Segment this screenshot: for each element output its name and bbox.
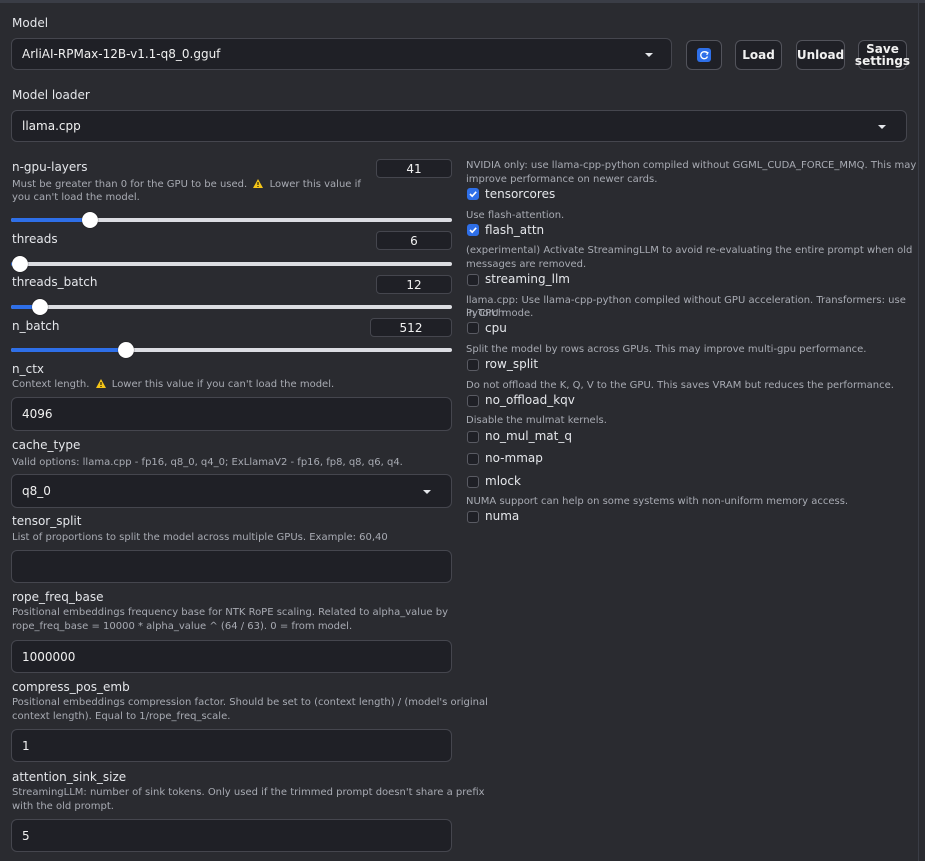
slider-thumb[interactable] — [11, 256, 28, 272]
n-ctx-input[interactable]: 4096 — [11, 397, 452, 431]
warning-icon — [95, 379, 106, 388]
cpu-label[interactable]: cpu — [485, 321, 507, 335]
no-offload-kqv-checkbox[interactable] — [467, 395, 479, 407]
right-column-edge — [918, 3, 925, 861]
n-ctx-hint-part1: Context length. — [12, 379, 90, 390]
tensor-split-hint: List of proportions to split the model a… — [12, 532, 388, 543]
cpu-hint-line1: llama.cpp: Use llama-cpp-python compiled… — [466, 295, 906, 319]
row-split-hint: Split the model by rows across GPUs. Thi… — [466, 344, 867, 355]
threads-input[interactable]: 6 — [376, 231, 452, 250]
refresh-button[interactable] — [686, 40, 722, 70]
no-offload-kqv-hint: Do not offload the K, Q, V to the GPU. T… — [466, 380, 894, 391]
streaming-llm-checkbox[interactable] — [467, 274, 479, 286]
slider-thumb[interactable] — [31, 299, 48, 315]
model-loader-dropdown[interactable]: llama.cpp — [11, 110, 907, 142]
model-loader-label: Model loader — [12, 88, 90, 102]
numa-hint: NUMA support can help on some systems wi… — [466, 496, 849, 507]
rope-freq-base-label: rope_freq_base — [12, 590, 104, 604]
cache-type-hint: Valid options: llama.cpp - fp16, q8_0, q… — [12, 457, 403, 468]
rope-freq-base-hint-line1: Positional embeddings frequency base for… — [12, 607, 449, 618]
model-selected-value: ArliAI-RPMax-12B-v1.1-q8_0.gguf — [22, 47, 221, 61]
load-button[interactable]: Load — [735, 40, 782, 70]
no-mmap-checkbox[interactable] — [467, 453, 479, 465]
flash-attn-hint: Use flash-attention. — [466, 210, 565, 221]
attention-sink-size-hint-line2: with the old prompt. — [12, 801, 114, 812]
chevron-down-icon — [878, 125, 886, 129]
mlock-checkbox[interactable] — [467, 476, 479, 488]
unload-button[interactable]: Unload — [796, 40, 845, 70]
model-dropdown[interactable]: ArliAI-RPMax-12B-v1.1-q8_0.gguf — [11, 38, 672, 70]
cpu-checkbox[interactable] — [467, 322, 479, 334]
no-mul-mat-q-hint: Disable the mulmat kernels. — [466, 415, 607, 426]
model-label: Model — [12, 16, 49, 30]
flash-attn-checkbox[interactable] — [467, 224, 479, 236]
streaming-llm-hint-line1: (experimental) Activate StreamingLLM to … — [466, 245, 913, 256]
tensorcores-checkbox[interactable] — [467, 188, 479, 200]
threads-batch-label: threads_batch — [12, 275, 98, 289]
save-settings-button[interactable]: Save settings — [854, 40, 911, 70]
warning-icon — [253, 179, 264, 188]
save-label-line2: settings — [854, 54, 911, 68]
numa-checkbox[interactable] — [467, 511, 479, 523]
tensor-split-input[interactable] — [11, 550, 452, 583]
cache-type-selected-value: q8_0 — [22, 484, 51, 498]
threads-batch-input[interactable]: 12 — [376, 275, 452, 294]
streaming-llm-hint-line2: messages are removed. — [466, 259, 587, 270]
no-mul-mat-q-checkbox[interactable] — [467, 431, 479, 443]
attention-sink-size-label: attention_sink_size — [12, 770, 127, 784]
cache-type-dropdown[interactable]: q8_0 — [11, 474, 452, 508]
rope-freq-base-input[interactable]: 1000000 — [11, 640, 452, 673]
tensorcores-hint-line1: NVIDIA only: use llama-cpp-python compil… — [466, 160, 917, 171]
slider-fill — [11, 348, 126, 352]
threads-batch-slider[interactable] — [11, 299, 452, 315]
attention-sink-size-hint-line1: StreamingLLM: number of sink tokens. Onl… — [12, 787, 485, 798]
cache-type-label: cache_type — [12, 438, 81, 452]
numa-label[interactable]: numa — [485, 509, 519, 523]
checkmark-icon — [469, 227, 477, 234]
no-mmap-label[interactable]: no-mmap — [485, 451, 543, 465]
row-split-checkbox[interactable] — [467, 359, 479, 371]
streaming-llm-label[interactable]: streaming_llm — [485, 272, 570, 286]
n-ctx-hint-part2: Lower this value if you can't load the m… — [111, 379, 335, 390]
tensor-split-label: tensor_split — [12, 514, 82, 528]
n-gpu-layers-label: n-gpu-layers — [12, 160, 88, 174]
threads-slider[interactable] — [11, 256, 452, 272]
n-gpu-layers-hint: Must be greater than 0 for the GPU to be… — [12, 178, 372, 204]
slider-fill — [11, 218, 91, 222]
flash-attn-label[interactable]: flash_attn — [485, 223, 544, 237]
rope-freq-base-hint-line2: rope_freq_base = 10000 * alpha_value ^ (… — [12, 621, 353, 632]
mlock-label[interactable]: mlock — [485, 474, 521, 488]
compress-pos-emb-label: compress_pos_emb — [12, 680, 130, 694]
compress-pos-emb-input[interactable]: 1 — [11, 729, 452, 762]
n-batch-input[interactable]: 512 — [370, 318, 452, 337]
no-offload-kqv-label[interactable]: no_offload_kqv — [485, 393, 575, 407]
slider-thumb[interactable] — [117, 342, 134, 358]
compress-pos-emb-hint-line2: context length). Equal to 1/rope_freq_sc… — [12, 711, 231, 722]
checkmark-icon — [469, 191, 477, 198]
threads-label: threads — [12, 232, 58, 246]
n-batch-label: n_batch — [12, 319, 60, 333]
no-mul-mat-q-label[interactable]: no_mul_mat_q — [485, 429, 572, 443]
n-gpu-layers-input[interactable]: 41 — [376, 159, 452, 178]
refresh-icon — [697, 48, 711, 62]
n-gpu-layers-slider[interactable] — [11, 212, 452, 228]
tensorcores-label[interactable]: tensorcores — [485, 187, 555, 201]
n-ctx-label: n_ctx — [12, 362, 45, 376]
row-split-label[interactable]: row_split — [485, 357, 538, 371]
attention-sink-size-input[interactable]: 5 — [11, 819, 452, 852]
n-ctx-hint: Context length. Lower this value if you … — [12, 378, 334, 391]
cpu-hint-line2: in CPU mode. — [466, 308, 534, 319]
chevron-down-icon — [423, 490, 431, 494]
n-batch-slider[interactable] — [11, 342, 452, 358]
n-gpu-layers-hint-part1: Must be greater than 0 for the GPU to be… — [12, 179, 248, 190]
compress-pos-emb-hint-line1: Positional embeddings compression factor… — [12, 697, 488, 708]
chevron-down-icon — [645, 53, 653, 57]
tensorcores-hint-line2: improve performance on newer cards. — [466, 174, 658, 185]
loader-selected-value: llama.cpp — [22, 119, 81, 133]
